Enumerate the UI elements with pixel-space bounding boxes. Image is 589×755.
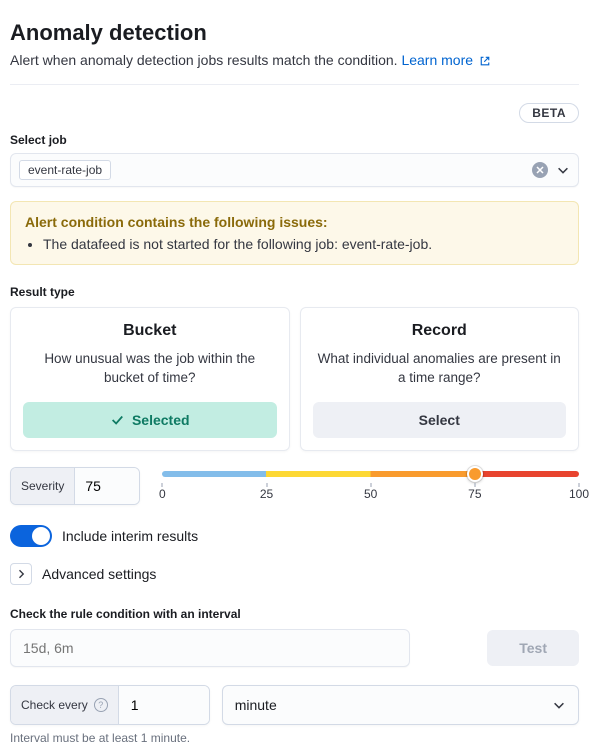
result-type-card-record: Record What individual anomalies are pre… [300,307,580,451]
select-record-button[interactable]: Select [313,402,567,438]
check-every-input[interactable] [119,686,209,724]
issues-callout: Alert condition contains the following i… [10,201,579,265]
card-btn-label: Selected [132,412,190,428]
close-icon [536,166,544,174]
selected-job-pill[interactable]: event-rate-job [19,160,111,180]
page-title: Anomaly detection [10,20,579,46]
check-icon [110,413,124,427]
interim-toggle-label: Include interim results [62,528,198,544]
dropdown-toggle[interactable] [556,163,570,177]
learn-more-link[interactable]: Learn more [401,52,490,68]
beta-badge: BETA [519,103,579,123]
tick-label: 50 [364,487,377,501]
check-every-label: Check every ? [11,686,119,724]
card-title: Record [313,322,567,340]
page-subtitle: Alert when anomaly detection jobs result… [10,52,579,68]
interval-label: Check the rule condition with an interva… [10,607,579,621]
card-desc: What individual anomalies are present in… [313,350,567,388]
chevron-right-icon [15,568,27,580]
interval-input[interactable] [10,629,410,667]
tick-label: 25 [260,487,273,501]
subtitle-text: Alert when anomaly detection jobs result… [10,52,398,68]
test-button[interactable]: Test [487,630,579,666]
tick-label: 75 [468,487,481,501]
card-title: Bucket [23,322,277,340]
check-every-help: Interval must be at least 1 minute. [10,731,579,745]
select-bucket-button[interactable]: Selected [23,402,277,438]
check-every-unit-select[interactable]: minute [222,685,579,725]
slider-tick-labels: 0 25 50 75 100 [162,487,579,505]
callout-title: Alert condition contains the following i… [25,214,564,230]
interim-results-toggle[interactable] [10,525,52,547]
card-desc: How unusual was the job within the bucke… [23,350,277,388]
external-link-icon [479,55,491,67]
chevron-down-icon [552,698,566,712]
severity-label: Severity [11,468,75,504]
card-btn-label: Select [419,412,460,428]
severity-slider[interactable] [162,471,579,477]
unit-selected: minute [235,697,277,713]
learn-more-text: Learn more [401,52,473,68]
advanced-settings-toggle[interactable]: Advanced settings [10,563,579,585]
advanced-settings-label: Advanced settings [42,566,156,582]
clear-selection-button[interactable] [532,162,548,178]
divider [10,84,579,85]
tick-label: 100 [569,487,589,501]
help-icon[interactable]: ? [94,698,108,712]
check-every-group: Check every ? [10,685,210,725]
severity-input-group: Severity [10,467,140,505]
chevron-down-icon [556,163,570,177]
callout-item: The datafeed is not started for the foll… [43,236,564,252]
check-every-text: Check every [21,698,88,712]
callout-list: The datafeed is not started for the foll… [25,236,564,252]
tick-label: 0 [159,487,166,501]
result-type-card-bucket: Bucket How unusual was the job within th… [10,307,290,451]
toggle-knob [32,527,50,545]
slider-thumb[interactable] [467,466,483,482]
select-job-label: Select job [10,133,579,147]
result-type-label: Result type [10,285,579,299]
expand-button[interactable] [10,563,32,585]
severity-input[interactable] [75,468,139,504]
select-job-combo[interactable]: event-rate-job [10,153,579,187]
